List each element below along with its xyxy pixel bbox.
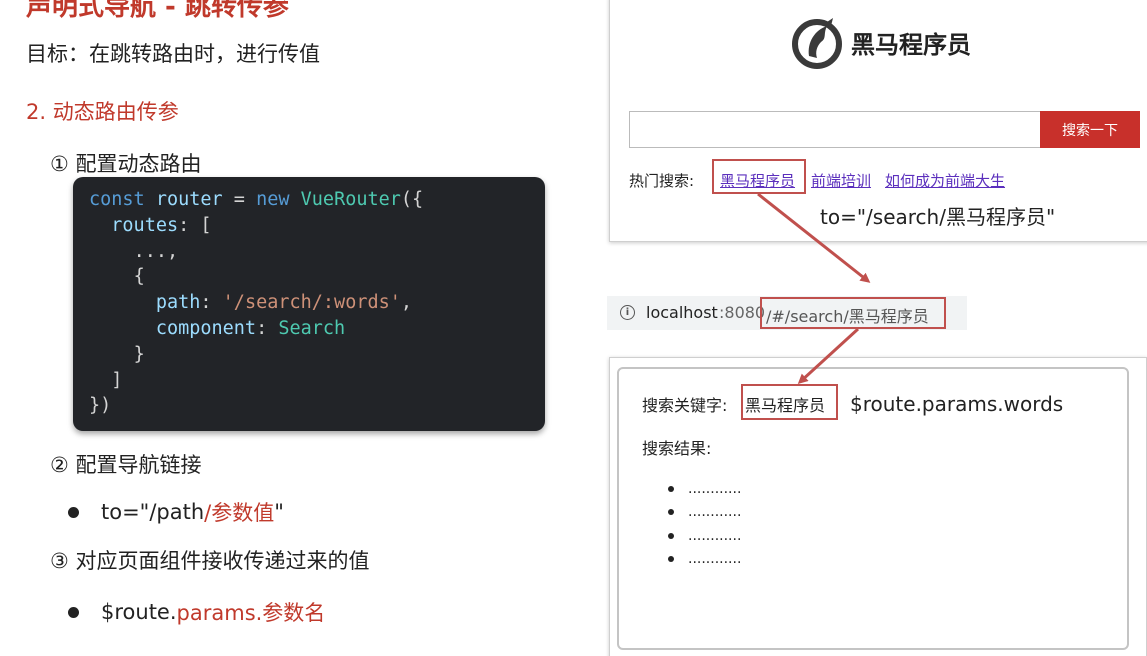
list-item: ............ bbox=[668, 548, 741, 572]
bullet-route-params: $route. params.参数名 bbox=[68, 597, 325, 627]
results-list: ............ ............ ............ .… bbox=[668, 477, 741, 571]
code-punct: , bbox=[400, 292, 413, 314]
bullet-highlight: params.参数名 bbox=[176, 601, 326, 625]
logo-text: 黑马程序员 bbox=[851, 30, 971, 59]
bullet-dot bbox=[68, 606, 79, 618]
code-key: routes bbox=[111, 214, 179, 236]
code-punct: ] bbox=[111, 369, 123, 391]
list-item-text: ............ bbox=[688, 527, 742, 544]
highlight-box-keyword bbox=[741, 384, 838, 420]
list-item-text: ............ bbox=[688, 504, 742, 521]
highlight-box-link bbox=[712, 159, 806, 194]
list-item: ............ bbox=[668, 524, 741, 548]
bullet-text: to="/path bbox=[101, 500, 205, 524]
step-3-label: ③ 对应页面组件接收传递过来的值 bbox=[50, 549, 370, 573]
search-button[interactable]: 搜索一下 bbox=[1040, 111, 1140, 148]
list-item-text: ............ bbox=[688, 551, 742, 568]
list-item: ............ bbox=[668, 501, 741, 525]
keyword-label: 搜索关键字: bbox=[642, 396, 728, 415]
code-string: '/search/:words' bbox=[222, 292, 401, 314]
search-input[interactable] bbox=[629, 111, 1041, 148]
bullet-highlight: /参数值 bbox=[204, 501, 275, 525]
url-host: localhost bbox=[646, 303, 718, 322]
code-punct: : bbox=[200, 292, 223, 314]
step-1-label: ① 配置动态路由 bbox=[50, 152, 202, 176]
code-punct: : bbox=[256, 317, 279, 339]
code-operator: = bbox=[222, 189, 257, 210]
code-key: path bbox=[155, 292, 201, 314]
hot-link-frontend-training[interactable]: 前端培训 bbox=[811, 170, 871, 191]
list-dot bbox=[668, 532, 674, 539]
hot-link-become-frontend[interactable]: 如何成为前端大生 bbox=[885, 170, 1005, 191]
horse-logo-icon bbox=[792, 18, 842, 69]
code-key: component bbox=[155, 317, 257, 339]
list-dot bbox=[668, 556, 674, 563]
code-ellipsis: ..., bbox=[133, 240, 179, 262]
step-2-label: ② 配置导航链接 bbox=[50, 453, 202, 477]
bullet-dot bbox=[68, 506, 79, 518]
code-block: const router = new VueRouter({ routes: [… bbox=[73, 177, 545, 431]
code-punct: }) bbox=[89, 395, 112, 417]
list-item: ............ bbox=[668, 477, 741, 501]
code-punct: ({ bbox=[400, 189, 424, 210]
code-punct: : [ bbox=[178, 214, 212, 236]
params-annotation: $route.params.words bbox=[850, 392, 1064, 416]
to-annotation: to="/search/黑马程序员" bbox=[820, 205, 1056, 229]
info-icon[interactable]: i bbox=[620, 305, 635, 320]
code-punct: } bbox=[133, 343, 145, 365]
code-class: Search bbox=[278, 317, 346, 339]
code-keyword: new bbox=[256, 189, 290, 210]
bullet-text: $route. bbox=[101, 600, 177, 624]
bullet-to-path: to="/path/参数值 " bbox=[68, 497, 284, 527]
results-label: 搜索结果: bbox=[642, 439, 712, 458]
brand-logo: 黑马程序员 bbox=[787, 12, 971, 72]
bullet-suffix: " bbox=[274, 500, 284, 524]
slide-title: 声明式导航 - 跳转传参 bbox=[26, 0, 289, 22]
code-punct: { bbox=[133, 266, 145, 288]
section-heading: 2. 动态路由传参 bbox=[26, 100, 179, 124]
list-item-text: ............ bbox=[688, 480, 742, 497]
hot-search-label: 热门搜索: bbox=[629, 172, 695, 190]
goal-text: 目标：在跳转路由时，进行传值 bbox=[26, 42, 320, 66]
list-dot bbox=[668, 509, 674, 516]
code-keyword: const bbox=[89, 189, 145, 210]
code-class: VueRouter bbox=[300, 189, 401, 210]
url-port: :8080 bbox=[719, 303, 766, 322]
code-variable: router bbox=[155, 189, 223, 210]
list-dot bbox=[668, 485, 674, 492]
highlight-box-url bbox=[760, 297, 946, 329]
